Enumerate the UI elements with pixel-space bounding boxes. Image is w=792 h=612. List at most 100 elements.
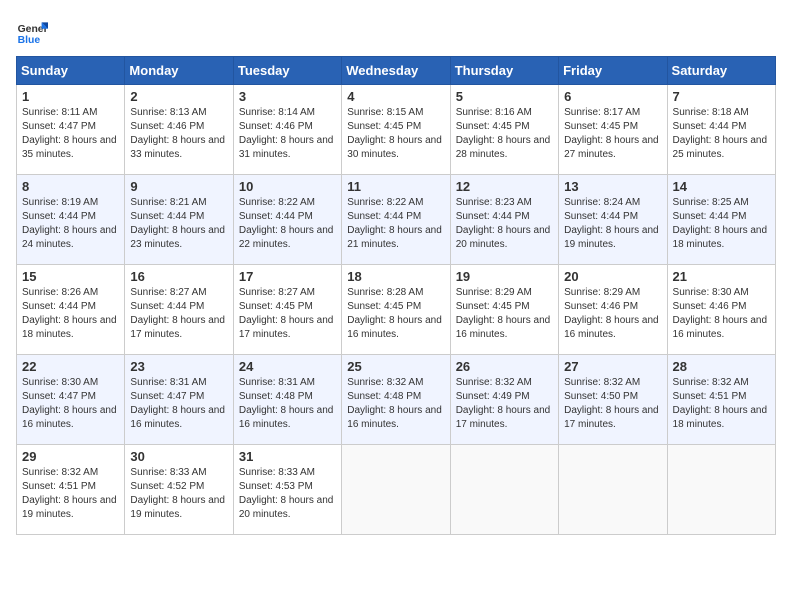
calendar-week-1: 1 Sunrise: 8:11 AMSunset: 4:47 PMDaylight… [17, 85, 776, 175]
calendar-cell: 6 Sunrise: 8:17 AMSunset: 4:45 PMDaylight… [559, 85, 667, 175]
calendar-header: SundayMondayTuesdayWednesdayThursdayFrid… [17, 57, 776, 85]
page-header: General Blue [16, 16, 776, 48]
day-number: 7 [673, 89, 770, 104]
calendar-cell: 22 Sunrise: 8:30 AMSunset: 4:47 PMDayligh… [17, 355, 125, 445]
calendar-cell: 7 Sunrise: 8:18 AMSunset: 4:44 PMDaylight… [667, 85, 775, 175]
day-number: 15 [22, 269, 119, 284]
day-number: 12 [456, 179, 553, 194]
day-number: 24 [239, 359, 336, 374]
cell-sun-info: Sunrise: 8:28 AMSunset: 4:45 PMDaylight:… [347, 286, 444, 342]
cell-sun-info: Sunrise: 8:24 AMSunset: 4:44 PMDaylight:… [564, 196, 661, 252]
calendar-week-3: 15 Sunrise: 8:26 AMSunset: 4:44 PMDayligh… [17, 265, 776, 355]
calendar-cell: 18 Sunrise: 8:28 AMSunset: 4:45 PMDayligh… [342, 265, 450, 355]
calendar-cell: 14 Sunrise: 8:25 AMSunset: 4:44 PMDayligh… [667, 175, 775, 265]
calendar-week-5: 29 Sunrise: 8:32 AMSunset: 4:51 PMDayligh… [17, 445, 776, 535]
calendar-cell: 30Sunrise: 8:33 AMSunset: 4:52 PMDayligh… [125, 445, 233, 535]
day-number: 16 [130, 269, 227, 284]
day-number: 20 [564, 269, 661, 284]
cell-sun-info: Sunrise: 8:32 AMSunset: 4:51 PMDaylight:… [673, 376, 770, 432]
cell-sun-info: Sunrise: 8:32 AMSunset: 4:49 PMDaylight:… [456, 376, 553, 432]
cell-sun-info: Sunrise: 8:31 AMSunset: 4:48 PMDaylight:… [239, 376, 336, 432]
calendar-cell: 12 Sunrise: 8:23 AMSunset: 4:44 PMDayligh… [450, 175, 558, 265]
day-number: 23 [130, 359, 227, 374]
cell-sun-info: Sunrise: 8:27 AMSunset: 4:45 PMDaylight:… [239, 286, 336, 342]
calendar-table: SundayMondayTuesdayWednesdayThursdayFrid… [16, 56, 776, 535]
calendar-cell: 3 Sunrise: 8:14 AMSunset: 4:46 PMDaylight… [233, 85, 341, 175]
calendar-cell: 8 Sunrise: 8:19 AMSunset: 4:44 PMDaylight… [17, 175, 125, 265]
day-number: 27 [564, 359, 661, 374]
cell-sun-info: Sunrise: 8:26 AMSunset: 4:44 PMDaylight:… [22, 286, 119, 342]
col-header-tuesday: Tuesday [233, 57, 341, 85]
cell-sun-info: Sunrise: 8:30 AMSunset: 4:46 PMDaylight:… [673, 286, 770, 342]
calendar-cell: 11 Sunrise: 8:22 AMSunset: 4:44 PMDayligh… [342, 175, 450, 265]
cell-sun-info: Sunrise: 8:27 AMSunset: 4:44 PMDaylight:… [130, 286, 227, 342]
day-number: 9 [130, 179, 227, 194]
day-number: 28 [673, 359, 770, 374]
calendar-cell [667, 445, 775, 535]
col-header-friday: Friday [559, 57, 667, 85]
cell-sun-info: Sunrise: 8:32 AMSunset: 4:50 PMDaylight:… [564, 376, 661, 432]
cell-sun-info: Sunrise: 8:23 AMSunset: 4:44 PMDaylight:… [456, 196, 553, 252]
calendar-week-4: 22 Sunrise: 8:30 AMSunset: 4:47 PMDayligh… [17, 355, 776, 445]
calendar-cell: 28 Sunrise: 8:32 AMSunset: 4:51 PMDayligh… [667, 355, 775, 445]
day-number: 14 [673, 179, 770, 194]
cell-sun-info: Sunrise: 8:22 AMSunset: 4:44 PMDaylight:… [239, 196, 336, 252]
day-number: 30 [130, 449, 227, 464]
calendar-cell: 26 Sunrise: 8:32 AMSunset: 4:49 PMDayligh… [450, 355, 558, 445]
col-header-monday: Monday [125, 57, 233, 85]
day-number: 5 [456, 89, 553, 104]
cell-sun-info: Sunrise: 8:13 AMSunset: 4:46 PMDaylight:… [130, 106, 227, 162]
day-number: 3 [239, 89, 336, 104]
calendar-cell: 13Sunrise: 8:24 AMSunset: 4:44 PMDayligh… [559, 175, 667, 265]
calendar-cell: 10 Sunrise: 8:22 AMSunset: 4:44 PMDayligh… [233, 175, 341, 265]
col-header-thursday: Thursday [450, 57, 558, 85]
calendar-cell: 19Sunrise: 8:29 AMSunset: 4:45 PMDayligh… [450, 265, 558, 355]
day-number: 18 [347, 269, 444, 284]
cell-sun-info: Sunrise: 8:16 AMSunset: 4:45 PMDaylight:… [456, 106, 553, 162]
day-number: 2 [130, 89, 227, 104]
calendar-cell [450, 445, 558, 535]
cell-sun-info: Sunrise: 8:14 AMSunset: 4:46 PMDaylight:… [239, 106, 336, 162]
calendar-cell: 24 Sunrise: 8:31 AMSunset: 4:48 PMDayligh… [233, 355, 341, 445]
cell-sun-info: Sunrise: 8:33 AMSunset: 4:53 PMDaylight:… [239, 466, 336, 522]
cell-sun-info: Sunrise: 8:32 AMSunset: 4:51 PMDaylight:… [22, 466, 119, 522]
logo: General Blue [16, 16, 52, 48]
cell-sun-info: Sunrise: 8:25 AMSunset: 4:44 PMDaylight:… [673, 196, 770, 252]
calendar-cell: 9 Sunrise: 8:21 AMSunset: 4:44 PMDaylight… [125, 175, 233, 265]
svg-text:Blue: Blue [18, 35, 41, 46]
day-number: 8 [22, 179, 119, 194]
day-number: 6 [564, 89, 661, 104]
day-number: 25 [347, 359, 444, 374]
calendar-cell: 15 Sunrise: 8:26 AMSunset: 4:44 PMDayligh… [17, 265, 125, 355]
calendar-cell: 1 Sunrise: 8:11 AMSunset: 4:47 PMDaylight… [17, 85, 125, 175]
calendar-cell: 16 Sunrise: 8:27 AMSunset: 4:44 PMDayligh… [125, 265, 233, 355]
calendar-cell [342, 445, 450, 535]
cell-sun-info: Sunrise: 8:22 AMSunset: 4:44 PMDaylight:… [347, 196, 444, 252]
calendar-cell: 20Sunrise: 8:29 AMSunset: 4:46 PMDayligh… [559, 265, 667, 355]
cell-sun-info: Sunrise: 8:30 AMSunset: 4:47 PMDaylight:… [22, 376, 119, 432]
calendar-cell: 23 Sunrise: 8:31 AMSunset: 4:47 PMDayligh… [125, 355, 233, 445]
cell-sun-info: Sunrise: 8:19 AMSunset: 4:44 PMDaylight:… [22, 196, 119, 252]
cell-sun-info: Sunrise: 8:18 AMSunset: 4:44 PMDaylight:… [673, 106, 770, 162]
day-number: 11 [347, 179, 444, 194]
day-number: 1 [22, 89, 119, 104]
day-number: 29 [22, 449, 119, 464]
col-header-sunday: Sunday [17, 57, 125, 85]
calendar-cell: 4Sunrise: 8:15 AMSunset: 4:45 PMDaylight… [342, 85, 450, 175]
cell-sun-info: Sunrise: 8:21 AMSunset: 4:44 PMDaylight:… [130, 196, 227, 252]
calendar-cell: 21Sunrise: 8:30 AMSunset: 4:46 PMDayligh… [667, 265, 775, 355]
day-number: 19 [456, 269, 553, 284]
day-number: 26 [456, 359, 553, 374]
calendar-cell: 27 Sunrise: 8:32 AMSunset: 4:50 PMDayligh… [559, 355, 667, 445]
cell-sun-info: Sunrise: 8:32 AMSunset: 4:48 PMDaylight:… [347, 376, 444, 432]
cell-sun-info: Sunrise: 8:17 AMSunset: 4:45 PMDaylight:… [564, 106, 661, 162]
col-header-saturday: Saturday [667, 57, 775, 85]
cell-sun-info: Sunrise: 8:31 AMSunset: 4:47 PMDaylight:… [130, 376, 227, 432]
calendar-cell: 31Sunrise: 8:33 AMSunset: 4:53 PMDayligh… [233, 445, 341, 535]
day-number: 10 [239, 179, 336, 194]
cell-sun-info: Sunrise: 8:11 AMSunset: 4:47 PMDaylight:… [22, 106, 119, 162]
calendar-cell: 17Sunrise: 8:27 AMSunset: 4:45 PMDayligh… [233, 265, 341, 355]
calendar-cell [559, 445, 667, 535]
day-number: 22 [22, 359, 119, 374]
calendar-cell: 29 Sunrise: 8:32 AMSunset: 4:51 PMDayligh… [17, 445, 125, 535]
